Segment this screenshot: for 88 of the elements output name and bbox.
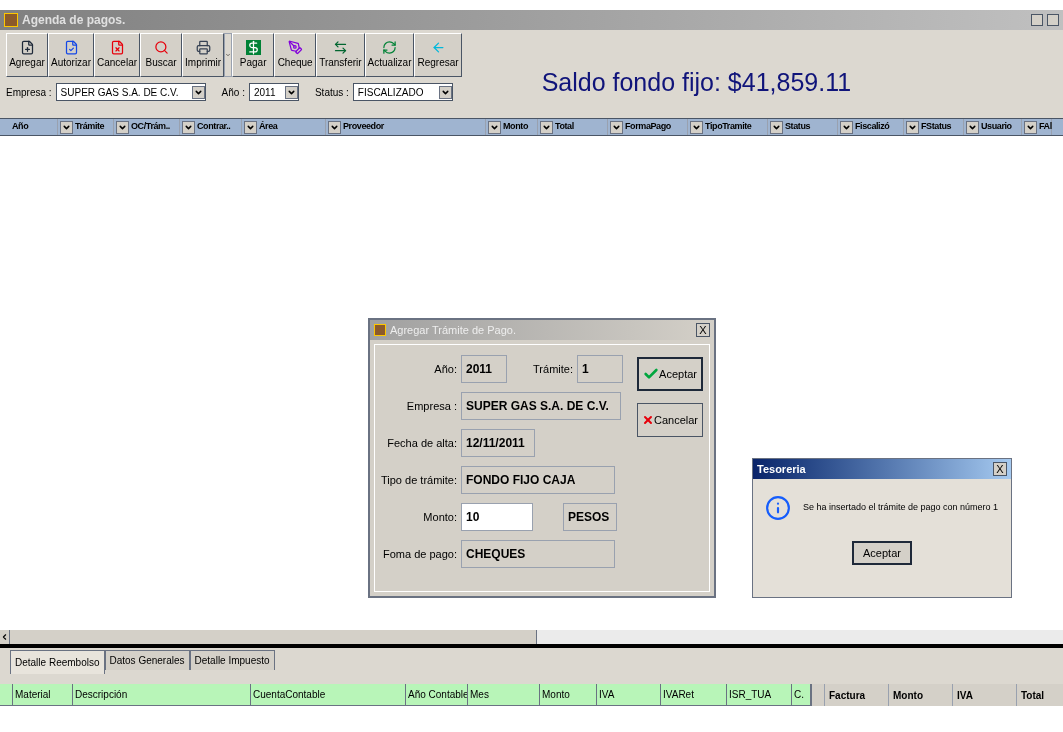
toolbar-button[interactable]: Agregar [6, 33, 48, 77]
tab[interactable]: Detalle Impuesto [189, 650, 275, 670]
dialog-title: Agregar Trámite de Pago. [390, 322, 517, 338]
filter-label: Año : [221, 85, 245, 100]
column-header[interactable]: Status [768, 119, 838, 135]
document-check-icon [63, 40, 79, 55]
column-header[interactable]: Fiscalizó [838, 119, 904, 135]
field-label: Año: [433, 361, 458, 377]
column-header[interactable]: IVA [596, 684, 660, 705]
dollar-icon [245, 40, 261, 55]
column-header[interactable]: Material [12, 684, 72, 705]
dropdown-field[interactable]: 2011 [248, 83, 299, 101]
pen-icon [287, 40, 303, 55]
column-header[interactable]: IVARet [660, 684, 726, 705]
dialog-button[interactable]: Aceptar [637, 357, 703, 391]
column-header[interactable]: Área [242, 119, 326, 135]
document-x-icon [109, 40, 125, 55]
column-header[interactable]: FAl [1022, 119, 1052, 135]
text-field[interactable]: CHEQUES [461, 540, 615, 568]
toolbar-button[interactable]: Imprimir [182, 33, 225, 77]
column-header[interactable]: Mes [467, 684, 539, 705]
field-label: Fecha de alta: [386, 435, 458, 451]
column-header[interactable]: Total [1016, 684, 1063, 706]
toolbar-button[interactable]: Cheque [274, 33, 317, 77]
text-field[interactable]: 10 [461, 503, 533, 531]
message-title: Tesoreria [757, 461, 807, 477]
close-button[interactable]: X [993, 462, 1007, 476]
column-header[interactable]: Descripción [72, 684, 250, 705]
toolbar-button[interactable]: Regresar [414, 33, 462, 77]
dropdown-field[interactable]: FISCALIZADO [352, 83, 453, 101]
text-field[interactable]: FONDO FIJO CAJA [461, 466, 615, 494]
column-header[interactable]: C. [791, 684, 807, 705]
toolbar-button[interactable]: Transferir [316, 33, 365, 77]
column-header[interactable]: Factura [824, 684, 888, 706]
tab[interactable]: Datos Generales [104, 650, 190, 670]
minimize-button[interactable] [1031, 14, 1043, 26]
message-text: Se ha insertado el trámite de pago con número 1 [803, 501, 999, 515]
dropdown-field[interactable]: SUPER GAS S.A. DE C.V. [55, 83, 206, 101]
refresh-icon [382, 40, 398, 55]
column-header[interactable]: Usuario [964, 119, 1022, 135]
filter-label: Status : [314, 85, 349, 100]
column-header[interactable]: TipoTramite [688, 119, 768, 135]
field-label: Tipo de trámite: [380, 472, 458, 488]
column-header[interactable]: Monto [486, 119, 538, 135]
toolbar-button[interactable]: Autorizar [48, 33, 94, 77]
toolbar-button[interactable]: Actualizar [364, 33, 415, 77]
column-header[interactable]: Contrar.. [180, 119, 242, 135]
search-icon [153, 40, 169, 55]
document-icon [19, 40, 35, 55]
text-field[interactable]: 2011 [461, 355, 507, 383]
column-header[interactable]: IVA [952, 684, 1016, 706]
column-header[interactable]: Año [10, 119, 58, 135]
column-header[interactable]: Total [538, 119, 608, 135]
info-icon [765, 495, 791, 521]
field-label: Monto: [422, 509, 458, 525]
restore-button[interactable] [1047, 14, 1059, 26]
column-header[interactable]: ISR_TUA [726, 684, 791, 705]
window-title: Agenda de pagos. [22, 12, 126, 29]
text-field[interactable]: SUPER GAS S.A. DE C.V. [461, 392, 621, 420]
column-header[interactable]: CuentaContable [250, 684, 405, 705]
printer-icon [195, 40, 211, 55]
column-header[interactable]: Trámite [58, 119, 114, 135]
toolbar-button[interactable]: Buscar [140, 33, 183, 77]
toolbar-button[interactable]: Pagar [232, 33, 275, 77]
field-label: Trámite: [532, 361, 574, 377]
field-label: Foma de pago: [382, 546, 458, 562]
toolbar-button[interactable]: Cancelar [94, 33, 141, 77]
column-header[interactable]: Monto [888, 684, 952, 706]
text-field[interactable]: 12/11/2011 [461, 429, 535, 457]
dialog-button[interactable]: Cancelar [637, 403, 703, 437]
balance-text: Saldo fondo fijo: $41,859.11 [541, 67, 852, 98]
column-header[interactable]: Monto [539, 684, 596, 705]
filter-label: Empresa : [6, 85, 52, 100]
column-header[interactable]: OC/Trám.. [114, 119, 180, 135]
column-header[interactable]: FStatus [904, 119, 964, 135]
column-header[interactable]: FormaPago [608, 119, 688, 135]
text-field[interactable]: PESOS [563, 503, 617, 531]
tab[interactable]: Detalle Reembolso [10, 650, 105, 674]
app-icon [374, 324, 386, 336]
caret-icon[interactable] [224, 33, 233, 77]
arrows-icon [332, 40, 348, 55]
app-icon [4, 13, 18, 27]
field-label: Empresa : [405, 398, 458, 414]
ok-button[interactable]: Aceptar [852, 541, 912, 565]
text-field[interactable]: 1 [577, 355, 623, 383]
column-header[interactable]: Proveedor [326, 119, 486, 135]
close-button[interactable]: X [696, 323, 710, 337]
checkmark-icon [643, 366, 659, 382]
